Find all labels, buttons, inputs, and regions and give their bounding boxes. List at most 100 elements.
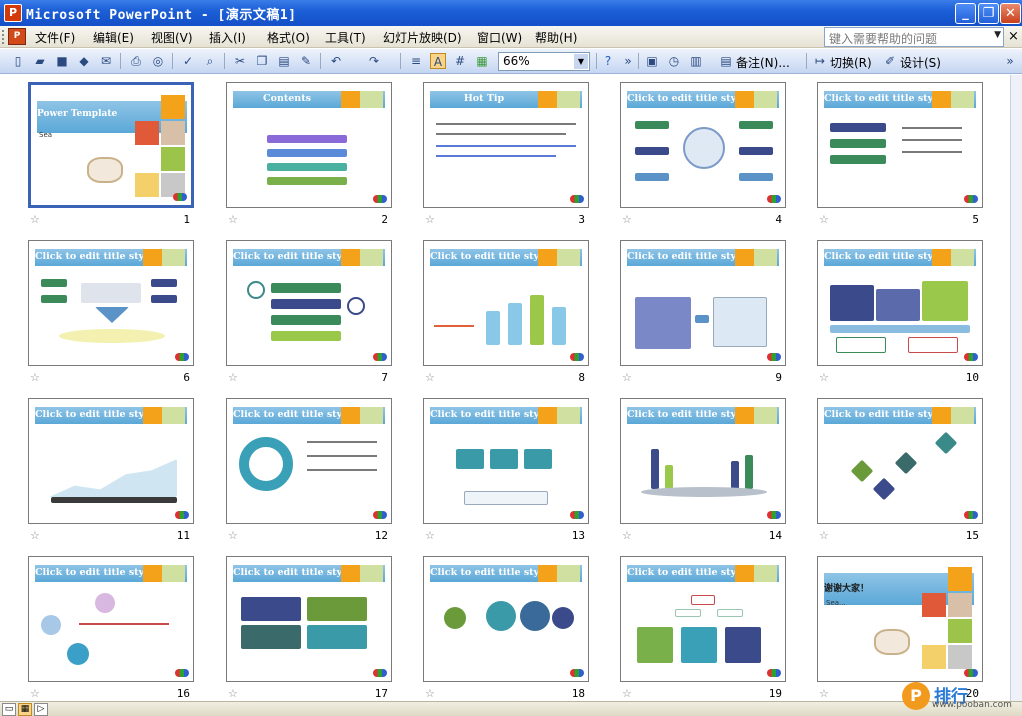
slide-preview[interactable]: Click to edit title style [423, 398, 589, 524]
slide-thumbnail-1[interactable]: Power Template Sea ☆ 1 [28, 82, 194, 232]
slide-preview[interactable]: Click to edit title style [620, 398, 786, 524]
chevron-down-icon[interactable]: ▼ [994, 30, 1001, 40]
spelling-icon[interactable]: ✓ [180, 53, 196, 69]
notes-button[interactable]: 备注(N)... [736, 54, 790, 71]
print-icon[interactable]: ⎙ [128, 53, 144, 69]
slide-preview[interactable]: Power Template Sea [28, 82, 194, 208]
slide-preview[interactable]: Click to edit title style [226, 556, 392, 682]
slide-preview[interactable]: Click to edit title style [817, 82, 983, 208]
design-button[interactable]: 设计(S) [900, 54, 941, 71]
menu-view[interactable]: 视图(V) [151, 29, 193, 46]
menu-window[interactable]: 窗口(W) [477, 29, 522, 46]
slide-preview[interactable]: Click to edit title style [28, 240, 194, 366]
transition-star-icon[interactable]: ☆ [425, 529, 435, 542]
close-document-button[interactable]: × [1008, 29, 1019, 44]
close-button[interactable]: ✕ [1000, 3, 1021, 24]
print-preview-icon[interactable]: ◎ [150, 53, 166, 69]
menu-tools[interactable]: 工具(T) [325, 29, 366, 46]
slide-preview[interactable]: Click to edit title style [226, 398, 392, 524]
help-icon[interactable]: ? [600, 53, 616, 69]
slide-preview[interactable]: Click to edit title style [620, 556, 786, 682]
toolbar-options-icon[interactable]: » [620, 53, 636, 69]
normal-view-icon[interactable]: ▭ [2, 703, 16, 716]
transition-star-icon[interactable]: ☆ [425, 213, 435, 226]
slide-thumbnail-12[interactable]: Click to edit title style ☆ 12 [226, 398, 392, 548]
minimize-button[interactable]: _ [955, 3, 976, 24]
transition-star-icon[interactable]: ☆ [30, 529, 40, 542]
slide-preview[interactable]: Hot Tip [423, 82, 589, 208]
email-icon[interactable]: ✉ [98, 53, 114, 69]
menu-file[interactable]: 文件(F) [35, 29, 75, 46]
slide-thumbnail-16[interactable]: Click to edit title style ☆ 16 [28, 556, 194, 706]
transition-star-icon[interactable]: ☆ [819, 213, 829, 226]
redo-icon[interactable]: ↷ [366, 53, 382, 69]
menu-grip[interactable] [2, 30, 6, 44]
slide-thumbnail-9[interactable]: Click to edit title style ☆ 9 [620, 240, 786, 390]
slide-preview[interactable]: Click to edit title style [423, 240, 589, 366]
slide-preview[interactable]: Click to edit title style [423, 556, 589, 682]
slide-thumbnail-6[interactable]: Click to edit title style ☆ 6 [28, 240, 194, 390]
paste-icon[interactable]: ▤ [276, 53, 292, 69]
transition-star-icon[interactable]: ☆ [30, 371, 40, 384]
slideshow-view-icon[interactable]: ▷ [34, 703, 48, 716]
notes-icon[interactable]: ▤ [718, 53, 734, 69]
transition-star-icon[interactable]: ☆ [425, 687, 435, 700]
slide-thumbnail-4[interactable]: Click to edit title style ☆ 4 [620, 82, 786, 232]
design-icon[interactable]: ✐ [882, 53, 898, 69]
color-grayscale-icon[interactable]: ▦ [474, 53, 490, 69]
research-icon[interactable]: ⌕ [202, 53, 218, 69]
menu-help[interactable]: 帮助(H) [535, 29, 577, 46]
slide-preview[interactable]: Click to edit title style [226, 240, 392, 366]
restore-button[interactable]: ❐ [978, 3, 999, 24]
slide-thumbnail-14[interactable]: Click to edit title style ☆ 14 [620, 398, 786, 548]
expand-all-icon[interactable]: ≡ [408, 53, 424, 69]
transition-star-icon[interactable]: ☆ [622, 687, 632, 700]
vertical-scrollbar[interactable] [1010, 75, 1022, 701]
slide-thumbnail-3[interactable]: Hot Tip ☆ 3 [423, 82, 589, 232]
transition-star-icon[interactable]: ☆ [622, 213, 632, 226]
cut-icon[interactable]: ✂ [232, 53, 248, 69]
slide-preview[interactable]: 谢谢大家！ Sea... [817, 556, 983, 682]
slide-preview[interactable]: Click to edit title style [620, 82, 786, 208]
slide-thumbnail-11[interactable]: Click to edit title style ☆ 11 [28, 398, 194, 548]
transition-star-icon[interactable]: ☆ [228, 687, 238, 700]
menu-edit[interactable]: 编辑(E) [93, 29, 134, 46]
menu-insert[interactable]: 插入(I) [209, 29, 246, 46]
slide-preview[interactable]: Contents [226, 82, 392, 208]
transition-star-icon[interactable]: ☆ [425, 371, 435, 384]
slide-thumbnail-7[interactable]: Click to edit title style ☆ 7 [226, 240, 392, 390]
open-icon[interactable]: ▰ [32, 53, 48, 69]
slide-thumbnail-19[interactable]: Click to edit title style ☆ 19 [620, 556, 786, 706]
slide-preview[interactable]: Click to edit title style [620, 240, 786, 366]
slide-thumbnail-17[interactable]: Click to edit title style ☆ 17 [226, 556, 392, 706]
slide-thumbnail-18[interactable]: Click to edit title style ☆ 18 [423, 556, 589, 706]
menu-slideshow[interactable]: 幻灯片放映(D) [383, 29, 462, 46]
transition-star-icon[interactable]: ☆ [622, 371, 632, 384]
new-icon[interactable]: ▯ [10, 53, 26, 69]
hide-slide-icon[interactable]: ▣ [644, 53, 660, 69]
slide-thumbnail-5[interactable]: Click to edit title style ☆ 5 [817, 82, 983, 232]
rehearse-timings-icon[interactable]: ◷ [666, 53, 682, 69]
grid-icon[interactable]: # [452, 53, 468, 69]
copy-icon[interactable]: ❐ [254, 53, 270, 69]
save-icon[interactable]: ■ [54, 53, 70, 69]
powerpoint-app-icon[interactable]: P [4, 4, 22, 22]
document-icon[interactable]: P [8, 28, 26, 45]
slide-sorter-view-icon[interactable]: ▦ [18, 703, 32, 716]
transition-star-icon[interactable]: ☆ [819, 371, 829, 384]
transition-star-icon[interactable]: ☆ [819, 687, 829, 700]
slide-thumbnail-2[interactable]: Contents ☆ 2 [226, 82, 392, 232]
transition-star-icon[interactable]: ☆ [228, 371, 238, 384]
transition-star-icon[interactable]: ☆ [30, 687, 40, 700]
slide-preview[interactable]: Click to edit title style [28, 398, 194, 524]
show-formatting-icon[interactable]: A [430, 53, 446, 69]
transition-star-icon[interactable]: ☆ [819, 529, 829, 542]
zoom-select[interactable]: 66% ▼ [498, 52, 590, 71]
slide-preview[interactable]: Click to edit title style [817, 398, 983, 524]
chevron-down-icon[interactable]: ▼ [574, 54, 588, 69]
transition-button[interactable]: 切换(R) [830, 54, 872, 71]
help-search-input[interactable]: 键入需要帮助的问题 ▼ [824, 27, 1004, 47]
slide-thumbnail-10[interactable]: Click to edit title style ☆ 10 [817, 240, 983, 390]
format-painter-icon[interactable]: ✎ [298, 53, 314, 69]
slide-preview[interactable]: Click to edit title style [28, 556, 194, 682]
